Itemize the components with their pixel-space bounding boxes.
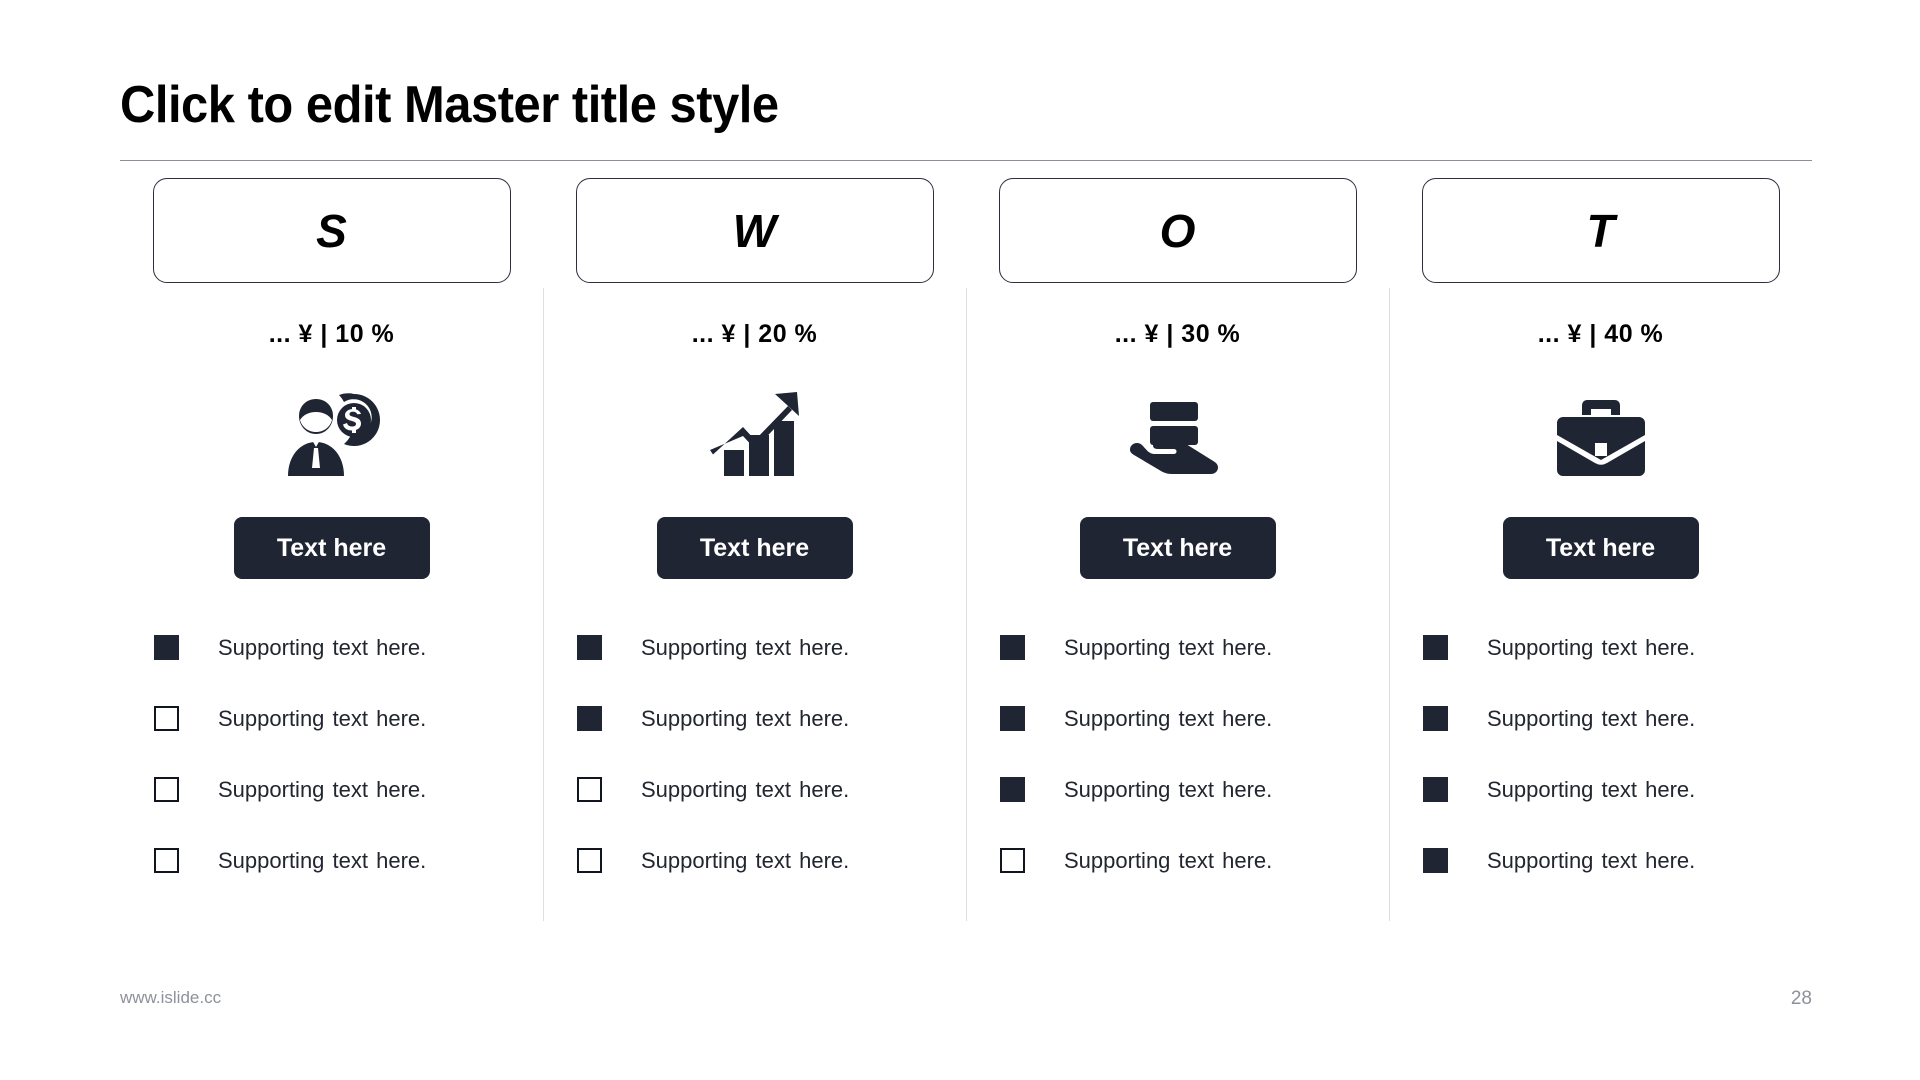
text-here-button-o[interactable]: Text here <box>1079 517 1276 579</box>
bullet-text: Supporting text here. <box>1064 705 1273 731</box>
list-item[interactable]: Supporting text here. <box>577 754 966 825</box>
letter-box-o[interactable]: O <box>998 178 1357 283</box>
bullet-square-filled-icon <box>1423 706 1448 731</box>
bullet-text: Supporting text here. <box>1487 776 1696 802</box>
bullet-list-t: Supporting text here. Supporting text he… <box>1389 612 1812 896</box>
bullet-text: Supporting text here. <box>218 776 427 802</box>
growth-bar-chart-arrow-icon <box>705 387 805 479</box>
bullet-square-empty-icon <box>154 777 179 802</box>
text-here-button-t[interactable]: Text here <box>1502 517 1699 579</box>
metric-label-s: ... ¥ | 10 % <box>268 320 395 348</box>
list-item[interactable]: Supporting text here. <box>577 825 966 896</box>
bullet-square-empty-icon <box>154 706 179 731</box>
bullet-list-s: Supporting text here. Supporting text he… <box>120 612 543 896</box>
list-item[interactable]: Supporting text here. <box>577 612 966 683</box>
swot-column-t: T ... ¥ | 40 % Text here Supporting text… <box>1389 178 1812 938</box>
metric-label-w: ... ¥ | 20 % <box>691 320 818 348</box>
bullet-text: Supporting text here. <box>1064 776 1273 802</box>
bullet-text: Supporting text here. <box>218 705 427 731</box>
letter-label-t: T <box>1586 204 1615 257</box>
list-item[interactable]: Supporting text here. <box>154 825 543 896</box>
title-divider <box>120 160 1812 161</box>
list-item[interactable]: Supporting text here. <box>1000 683 1389 754</box>
bullet-list-w: Supporting text here. Supporting text he… <box>543 612 966 896</box>
bullet-text: Supporting text here. <box>1487 705 1696 731</box>
bullet-square-empty-icon <box>577 777 602 802</box>
bullet-text: Supporting text here. <box>218 634 427 660</box>
bullet-text: Supporting text here. <box>641 705 850 731</box>
footer-url[interactable]: www.islide.cc <box>120 988 221 1008</box>
swot-column-o: O ... ¥ | 30 % Text here Supporting text… <box>966 178 1389 938</box>
swot-columns: S ... ¥ | 10 % Text here Supporting text… <box>120 178 1812 938</box>
bullet-text: Supporting text here. <box>641 847 850 873</box>
bullet-square-filled-icon <box>1423 635 1448 660</box>
list-item[interactable]: Supporting text here. <box>1423 683 1812 754</box>
bullet-text: Supporting text here. <box>1487 634 1696 660</box>
page-title[interactable]: Click to edit Master title style <box>120 78 1710 133</box>
letter-box-s[interactable]: S <box>152 178 511 283</box>
bullet-square-filled-icon <box>1000 777 1025 802</box>
list-item[interactable]: Supporting text here. <box>154 612 543 683</box>
bullet-square-filled-icon <box>1000 706 1025 731</box>
bullet-list-o: Supporting text here. Supporting text he… <box>966 612 1389 896</box>
text-here-button-w[interactable]: Text here <box>656 517 853 579</box>
list-item[interactable]: Supporting text here. <box>1000 612 1389 683</box>
bullet-square-filled-icon <box>1423 777 1448 802</box>
hand-holding-cards-icon <box>1128 387 1228 479</box>
list-item[interactable]: Supporting text here. <box>154 754 543 825</box>
letter-label-w: W <box>732 204 777 257</box>
letter-box-w[interactable]: W <box>575 178 934 283</box>
bullet-text: Supporting text here. <box>1064 847 1273 873</box>
bullet-square-filled-icon <box>154 635 179 660</box>
bullet-square-empty-icon <box>577 848 602 873</box>
slide-canvas: Click to edit Master title style S ... ¥… <box>0 0 1920 1080</box>
list-item[interactable]: Supporting text here. <box>1423 754 1812 825</box>
bullet-square-empty-icon <box>154 848 179 873</box>
list-item[interactable]: Supporting text here. <box>1423 612 1812 683</box>
list-item[interactable]: Supporting text here. <box>577 683 966 754</box>
bullet-text: Supporting text here. <box>641 776 850 802</box>
metric-label-o: ... ¥ | 30 % <box>1114 320 1241 348</box>
businessman-dollar-coin-icon <box>282 387 382 479</box>
letter-box-t[interactable]: T <box>1421 178 1780 283</box>
swot-column-s: S ... ¥ | 10 % Text here Supporting text… <box>120 178 543 938</box>
bullet-text: Supporting text here. <box>218 847 427 873</box>
title-block: Click to edit Master title style <box>120 78 1812 161</box>
bullet-square-filled-icon <box>1423 848 1448 873</box>
swot-column-w: W ... ¥ | 20 % Text here Supporting text… <box>543 178 966 938</box>
letter-label-s: S <box>316 204 347 257</box>
bullet-text: Supporting text here. <box>1487 847 1696 873</box>
bullet-square-empty-icon <box>1000 848 1025 873</box>
list-item[interactable]: Supporting text here. <box>154 683 543 754</box>
list-item[interactable]: Supporting text here. <box>1000 754 1389 825</box>
briefcase-icon <box>1551 387 1651 479</box>
page-number: 28 <box>1790 988 1812 1009</box>
letter-label-o: O <box>1159 204 1196 257</box>
bullet-square-filled-icon <box>577 706 602 731</box>
bullet-square-filled-icon <box>1000 635 1025 660</box>
bullet-square-filled-icon <box>577 635 602 660</box>
list-item[interactable]: Supporting text here. <box>1423 825 1812 896</box>
metric-label-t: ... ¥ | 40 % <box>1537 320 1664 348</box>
bullet-text: Supporting text here. <box>641 634 850 660</box>
list-item[interactable]: Supporting text here. <box>1000 825 1389 896</box>
text-here-button-s[interactable]: Text here <box>233 517 430 579</box>
bullet-text: Supporting text here. <box>1064 634 1273 660</box>
